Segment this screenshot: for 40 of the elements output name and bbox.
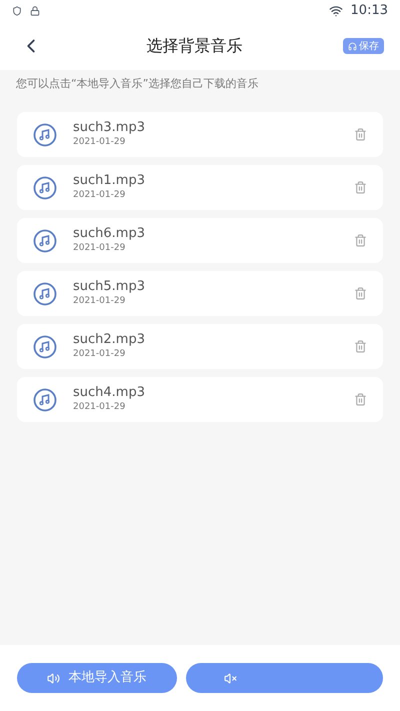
track-name: such6.mp3 — [73, 226, 146, 242]
headphones-icon — [348, 42, 357, 50]
track-card[interactable]: such2.mp3 2021-01-29 — [17, 324, 383, 369]
track-card[interactable]: such1.mp3 2021-01-29 — [17, 165, 383, 210]
delete-icon[interactable] — [354, 340, 367, 353]
track-date: 2021-01-29 — [73, 136, 126, 149]
page-title: 选择背景音乐 — [146, 35, 242, 57]
wifi-icon — [328, 4, 343, 18]
track-name: such2.mp3 — [73, 332, 146, 348]
shield-icon — [12, 6, 22, 16]
hint-text: 您可以点击“本地导入音乐”选择您自己下载的音乐 — [16, 76, 258, 92]
track-card[interactable]: such6.mp3 2021-01-29 — [17, 218, 383, 263]
delete-icon[interactable] — [354, 234, 367, 247]
track-name: such5.mp3 — [73, 279, 146, 295]
track-date: 2021-01-29 — [73, 242, 126, 255]
music-note-icon — [33, 228, 57, 252]
track-card[interactable]: such3.mp3 2021-01-29 — [17, 112, 383, 157]
speaker-icon — [47, 672, 60, 684]
delete-icon[interactable] — [354, 393, 367, 406]
track-name: such4.mp3 — [73, 385, 146, 401]
music-note-icon — [33, 282, 57, 306]
music-note-icon — [33, 176, 57, 200]
delete-icon[interactable] — [354, 287, 367, 300]
track-date: 2021-01-29 — [73, 348, 126, 361]
mute-icon — [224, 672, 236, 684]
mute-button[interactable] — [186, 663, 383, 693]
clock-time: 10:13 — [350, 2, 388, 20]
lock-icon — [30, 6, 40, 16]
track-date: 2021-01-29 — [73, 189, 126, 202]
track-card[interactable]: such4.mp3 2021-01-29 — [17, 377, 383, 422]
track-card[interactable]: such5.mp3 2021-01-29 — [17, 271, 383, 316]
delete-icon[interactable] — [354, 128, 367, 141]
track-date: 2021-01-29 — [73, 295, 126, 308]
music-note-icon — [33, 388, 57, 412]
track-name: such3.mp3 — [73, 120, 146, 136]
track-date: 2021-01-29 — [73, 401, 126, 414]
music-note-icon — [33, 334, 57, 358]
track-name: such1.mp3 — [73, 173, 146, 189]
delete-icon[interactable] — [354, 181, 367, 194]
music-note-icon — [33, 122, 57, 146]
